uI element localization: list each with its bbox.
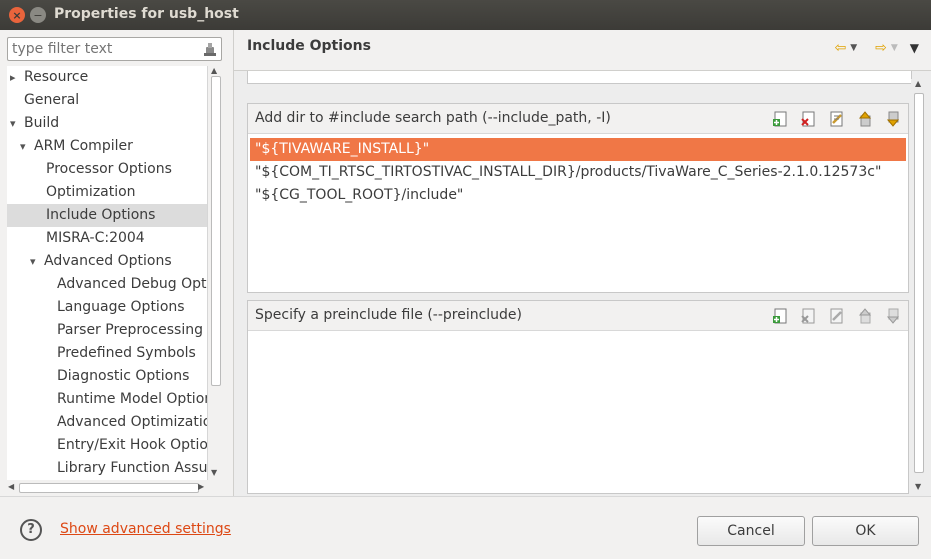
tree-item[interactable]: Advanced Optimizatio — [7, 411, 207, 434]
move-down-disabled-icon[interactable] — [884, 307, 902, 325]
delete-disabled-icon[interactable] — [800, 307, 818, 325]
window-close-button[interactable]: × — [9, 7, 25, 23]
tree-item-label: Build — [24, 115, 60, 131]
filter-input[interactable] — [8, 38, 193, 60]
tree-item-label: Advanced Debug Optio — [57, 276, 207, 292]
tree-item[interactable]: Include Options — [7, 204, 207, 227]
navigation-panel: ▸ Resource General ▾ Build ▾ ARM Compiler Proce… — [0, 30, 232, 496]
forward-arrow-icon[interactable]: ⇨ — [875, 40, 887, 56]
tree-scroll-thumb[interactable] — [211, 76, 221, 386]
forward-dropdown-icon[interactable]: ▼ — [891, 43, 898, 53]
help-icon[interactable]: ? — [20, 519, 42, 541]
scroll-right-icon[interactable]: ▶ — [198, 482, 204, 491]
options-content: Add dir to #include search path (--inclu… — [234, 71, 931, 496]
page-title: Include Options — [247, 38, 371, 54]
content-scroll-thumb[interactable] — [914, 93, 924, 473]
tree-item-label: Resource — [24, 69, 89, 85]
scroll-down-icon[interactable]: ▼ — [915, 482, 921, 491]
view-menu-icon[interactable]: ▼ — [910, 41, 919, 55]
scroll-up-icon[interactable]: ▲ — [915, 79, 921, 88]
expanded-chevron-icon[interactable]: ▾ — [30, 250, 36, 273]
tree-item[interactable]: ▾ Advanced Options — [7, 250, 207, 273]
window-minimize-button[interactable]: − — [30, 7, 46, 23]
tree-vertical-scrollbar[interactable]: ▲ ▼ — [207, 66, 223, 480]
properties-page: Include Options ⇦ ▼ ⇨ ▼ ▼ Add dir to #in… — [234, 30, 931, 496]
tree-item[interactable]: Runtime Model Option — [7, 388, 207, 411]
tree-item-label: General — [24, 92, 80, 108]
dialog-footer: ? Show advanced settings Cancel OK — [0, 496, 931, 559]
tree-item[interactable]: MISRA-C:2004 — [7, 227, 207, 250]
tree-item-label: Advanced Optimizatio — [57, 414, 207, 430]
back-dropdown-icon[interactable]: ▼ — [850, 43, 857, 53]
delete-icon[interactable] — [800, 110, 818, 128]
edit-icon[interactable] — [828, 110, 846, 128]
add-icon[interactable] — [772, 307, 790, 325]
tree-item-label: Runtime Model Option — [57, 391, 207, 407]
collapsed-chevron-icon[interactable]: ▸ — [10, 66, 16, 89]
move-down-icon[interactable] — [884, 110, 902, 128]
include-path-header: Add dir to #include search path (--inclu… — [248, 104, 908, 134]
tree-horizontal-scrollbar[interactable]: ◀ ▶ — [7, 480, 207, 496]
preinclude-header: Specify a preinclude file (--preinclude) — [248, 301, 908, 331]
tree-item[interactable]: ▸ Resource — [7, 66, 207, 89]
collapsed-section — [247, 71, 912, 84]
tree-item-label: ARM Compiler — [34, 138, 133, 154]
include-path-entry[interactable]: "${TIVAWARE_INSTALL}" — [250, 138, 906, 161]
tree-item-label: Library Function Assum — [57, 460, 207, 476]
include-path-group: Add dir to #include search path (--inclu… — [247, 103, 909, 293]
tree-item[interactable]: General — [7, 89, 207, 112]
include-path-entry[interactable]: "${COM_TI_RTSC_TIRTOSTIVAC_INSTALL_DIR}/… — [250, 161, 881, 184]
tree-hscroll-thumb[interactable] — [19, 483, 199, 493]
tree-item-label: Predefined Symbols — [57, 345, 196, 361]
tree-item[interactable]: Processor Options — [7, 158, 207, 181]
page-navigation: ⇦ ▼ ⇨ ▼ ▼ — [834, 40, 919, 56]
tree-item[interactable]: ▾ ARM Compiler — [7, 135, 207, 158]
add-icon[interactable] — [772, 110, 790, 128]
scroll-up-icon[interactable]: ▲ — [211, 66, 217, 75]
move-up-disabled-icon[interactable] — [856, 307, 874, 325]
tree-item[interactable]: Language Options — [7, 296, 207, 319]
tree-item-label: Processor Options — [46, 161, 172, 177]
tree-item[interactable]: Diagnostic Options — [7, 365, 207, 388]
tree-item[interactable]: Optimization — [7, 181, 207, 204]
tree-item-label: Language Options — [57, 299, 185, 315]
window-title: Properties for usb_host — [54, 6, 239, 22]
ok-button[interactable]: OK — [812, 516, 919, 546]
include-path-label: Add dir to #include search path (--inclu… — [255, 110, 611, 126]
tree-item[interactable]: Predefined Symbols — [7, 342, 207, 365]
cancel-button[interactable]: Cancel — [697, 516, 805, 546]
tree-item-label: Include Options — [46, 207, 156, 223]
preinclude-toolbar — [772, 307, 902, 325]
tree-item[interactable]: Advanced Debug Optio — [7, 273, 207, 296]
back-arrow-icon[interactable]: ⇦ — [834, 40, 846, 56]
scroll-left-icon[interactable]: ◀ — [8, 482, 14, 491]
preinclude-group: Specify a preinclude file (--preinclude) — [247, 300, 909, 494]
tree-item-label: MISRA-C:2004 — [46, 230, 145, 246]
filter-box — [7, 37, 222, 61]
tree-item[interactable]: Entry/Exit Hook Option — [7, 434, 207, 457]
move-up-icon[interactable] — [856, 110, 874, 128]
include-path-entry[interactable]: "${CG_TOOL_ROOT}/include" — [250, 184, 463, 207]
tree-item[interactable]: ▾ Build — [7, 112, 207, 135]
scroll-down-icon[interactable]: ▼ — [211, 468, 217, 477]
content-vertical-scrollbar[interactable]: ▲ ▼ — [911, 79, 927, 494]
expanded-chevron-icon[interactable]: ▾ — [10, 112, 16, 135]
tree-item-label: Advanced Options — [44, 253, 172, 269]
clear-filter-icon[interactable] — [203, 41, 217, 57]
edit-disabled-icon[interactable] — [828, 307, 846, 325]
tree-item-label: Diagnostic Options — [57, 368, 190, 384]
tree-item[interactable]: Library Function Assum — [7, 457, 207, 480]
settings-tree: ▸ Resource General ▾ Build ▾ ARM Compiler Proce… — [7, 66, 207, 480]
minimize-icon: − — [33, 8, 43, 22]
tree-item-label: Parser Preprocessing O — [57, 322, 207, 338]
tree-item-label: Optimization — [46, 184, 136, 200]
preinclude-label: Specify a preinclude file (--preinclude) — [255, 307, 523, 323]
close-icon: × — [12, 8, 22, 22]
expanded-chevron-icon[interactable]: ▾ — [20, 135, 26, 158]
tree-item-label: Entry/Exit Hook Option — [57, 437, 207, 453]
show-advanced-settings-link[interactable]: Show advanced settings — [60, 521, 231, 537]
tree-item[interactable]: Parser Preprocessing O — [7, 319, 207, 342]
title-bar: × − Properties for usb_host — [0, 0, 931, 30]
include-path-toolbar — [772, 110, 902, 128]
